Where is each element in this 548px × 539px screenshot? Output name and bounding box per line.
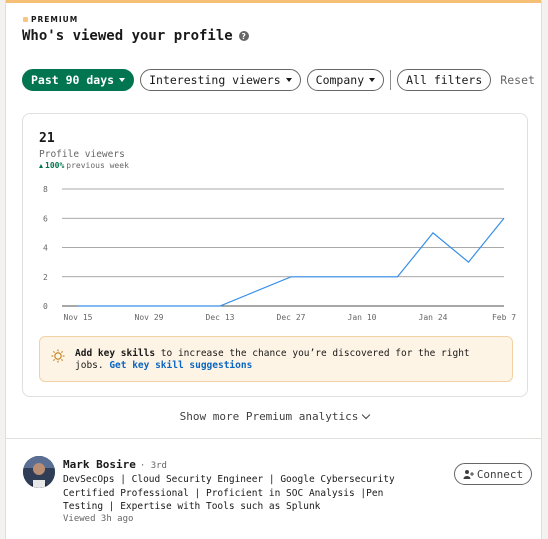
series-line [78, 217, 505, 307]
filter-bar: Past 90 days Interesting viewers Company… [22, 69, 535, 91]
y-tick-label: 2 [43, 273, 48, 282]
chart-y-ticks: 8 6 4 2 0 [43, 185, 48, 311]
filter-time-range-label: Past 90 days [31, 73, 115, 87]
filter-divider [390, 70, 392, 90]
premium-logo-icon [23, 17, 28, 22]
filter-interesting-viewers[interactable]: Interesting viewers [140, 69, 301, 91]
key-skill-suggestions-link[interactable]: Get key skill suggestions [109, 360, 252, 371]
tip-text: Add key skills to increase the chance yo… [75, 348, 495, 371]
y-tick-label: 0 [43, 302, 48, 311]
reset-button[interactable]: Reset [500, 73, 535, 87]
chart-grid [62, 188, 504, 307]
y-tick-label: 8 [43, 185, 48, 194]
viewer-degree: · 3rd [139, 461, 167, 471]
skills-tip: Add key skills to increase the chance yo… [39, 336, 513, 382]
tip-bold: Add key skills [75, 348, 156, 359]
x-tick-label: Feb 7 [492, 313, 516, 322]
help-icon[interactable]: ? [238, 31, 249, 41]
chevron-down-icon [362, 410, 371, 419]
add-person-icon [463, 469, 474, 479]
premium-badge: PREMIUM [23, 15, 78, 24]
chart-x-ticks: Nov 15 Nov 29 Dec 13 Dec 27 Jan 10 Jan 24 Feb … [64, 313, 517, 322]
profile-views-card: PREMIUM Who's viewed your profile ? Past… [5, 0, 542, 539]
y-tick-label: 6 [43, 214, 48, 223]
viewer-count: 21 [39, 131, 55, 146]
filter-time-range[interactable]: Past 90 days [22, 69, 135, 91]
change-value: 100% [45, 161, 65, 170]
change-text: previous week [66, 161, 129, 170]
premium-label: PREMIUM [31, 15, 79, 24]
profile-viewers-chart: 8 6 4 2 0 Nov 15 Nov 29 Dec 13 Dec 27 Jan 10 Jan … [43, 185, 517, 322]
x-tick-label: Dec 27 [277, 313, 306, 322]
y-tick-label: 4 [43, 244, 48, 253]
caret-down-icon [285, 78, 292, 82]
avatar-image [23, 456, 55, 488]
lightbulb-icon [51, 349, 65, 363]
x-tick-label: Nov 15 [64, 313, 93, 322]
analytics-panel: 21 Profile viewers 100% previous week 8 6… [22, 113, 528, 397]
connect-label: Connect [476, 467, 524, 481]
x-tick-label: Jan 10 [348, 313, 377, 322]
filter-interesting-viewers-label: Interesting viewers [149, 73, 281, 87]
x-tick-label: Jan 24 [419, 313, 448, 322]
filter-company[interactable]: Company [306, 69, 385, 91]
viewer-name-row: Mark Bosire · 3rd [63, 458, 167, 471]
caret-down-icon [119, 78, 126, 82]
viewer-name[interactable]: Mark Bosire [63, 458, 136, 471]
viewer-change: 100% previous week [39, 161, 129, 170]
show-more-label: Show more Premium analytics [179, 410, 359, 423]
viewer-headline: DevSecOps | Cloud Security Engineer | Go… [63, 474, 395, 512]
x-tick-label: Dec 13 [206, 313, 235, 322]
filter-company-label: Company [315, 73, 365, 87]
x-tick-label: Nov 29 [135, 313, 164, 322]
trend-up-icon [39, 163, 43, 168]
viewer-time: Viewed 3h ago [63, 514, 134, 524]
page-title: Who's viewed your profile [22, 28, 233, 44]
section-divider [6, 438, 541, 439]
all-filters-button[interactable]: All filters [397, 69, 492, 91]
premium-accent-bar [6, 0, 541, 3]
caret-down-icon [369, 78, 376, 82]
viewer-avatar[interactable] [23, 456, 55, 488]
connect-button[interactable]: Connect [454, 463, 532, 485]
show-more-analytics-button[interactable]: Show more Premium analytics [6, 410, 541, 423]
viewer-count-label: Profile viewers [39, 149, 125, 160]
title-row: Who's viewed your profile ? [22, 28, 249, 44]
